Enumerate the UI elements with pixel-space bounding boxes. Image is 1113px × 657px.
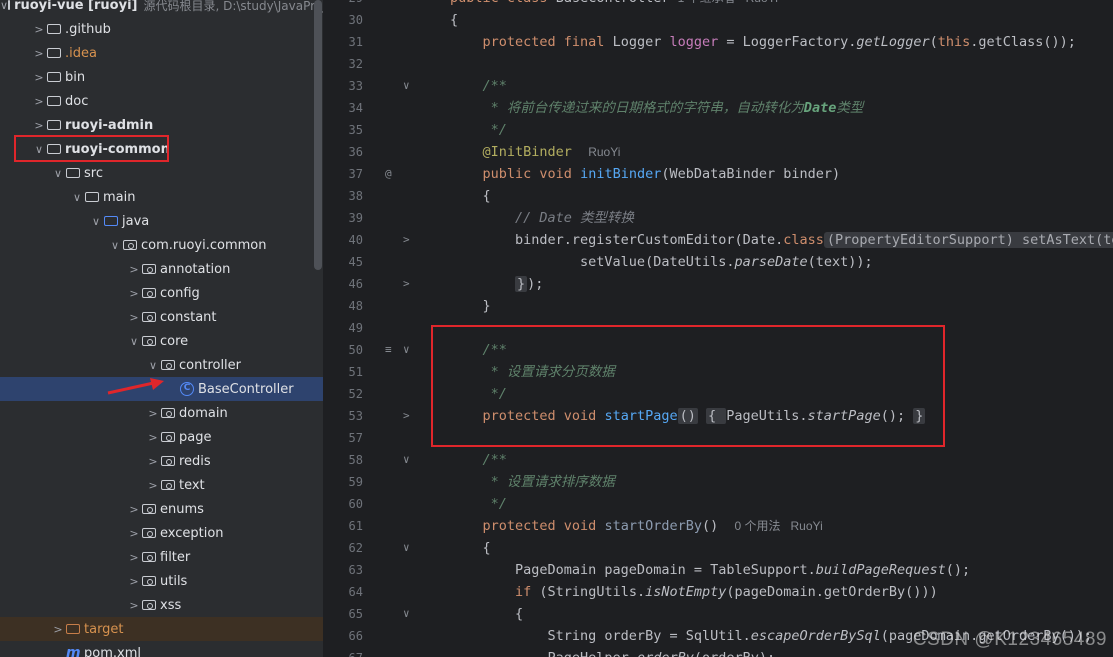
red-arrow-annotation	[107, 378, 164, 395]
watermark: CSDN @K123465489	[912, 629, 1107, 650]
